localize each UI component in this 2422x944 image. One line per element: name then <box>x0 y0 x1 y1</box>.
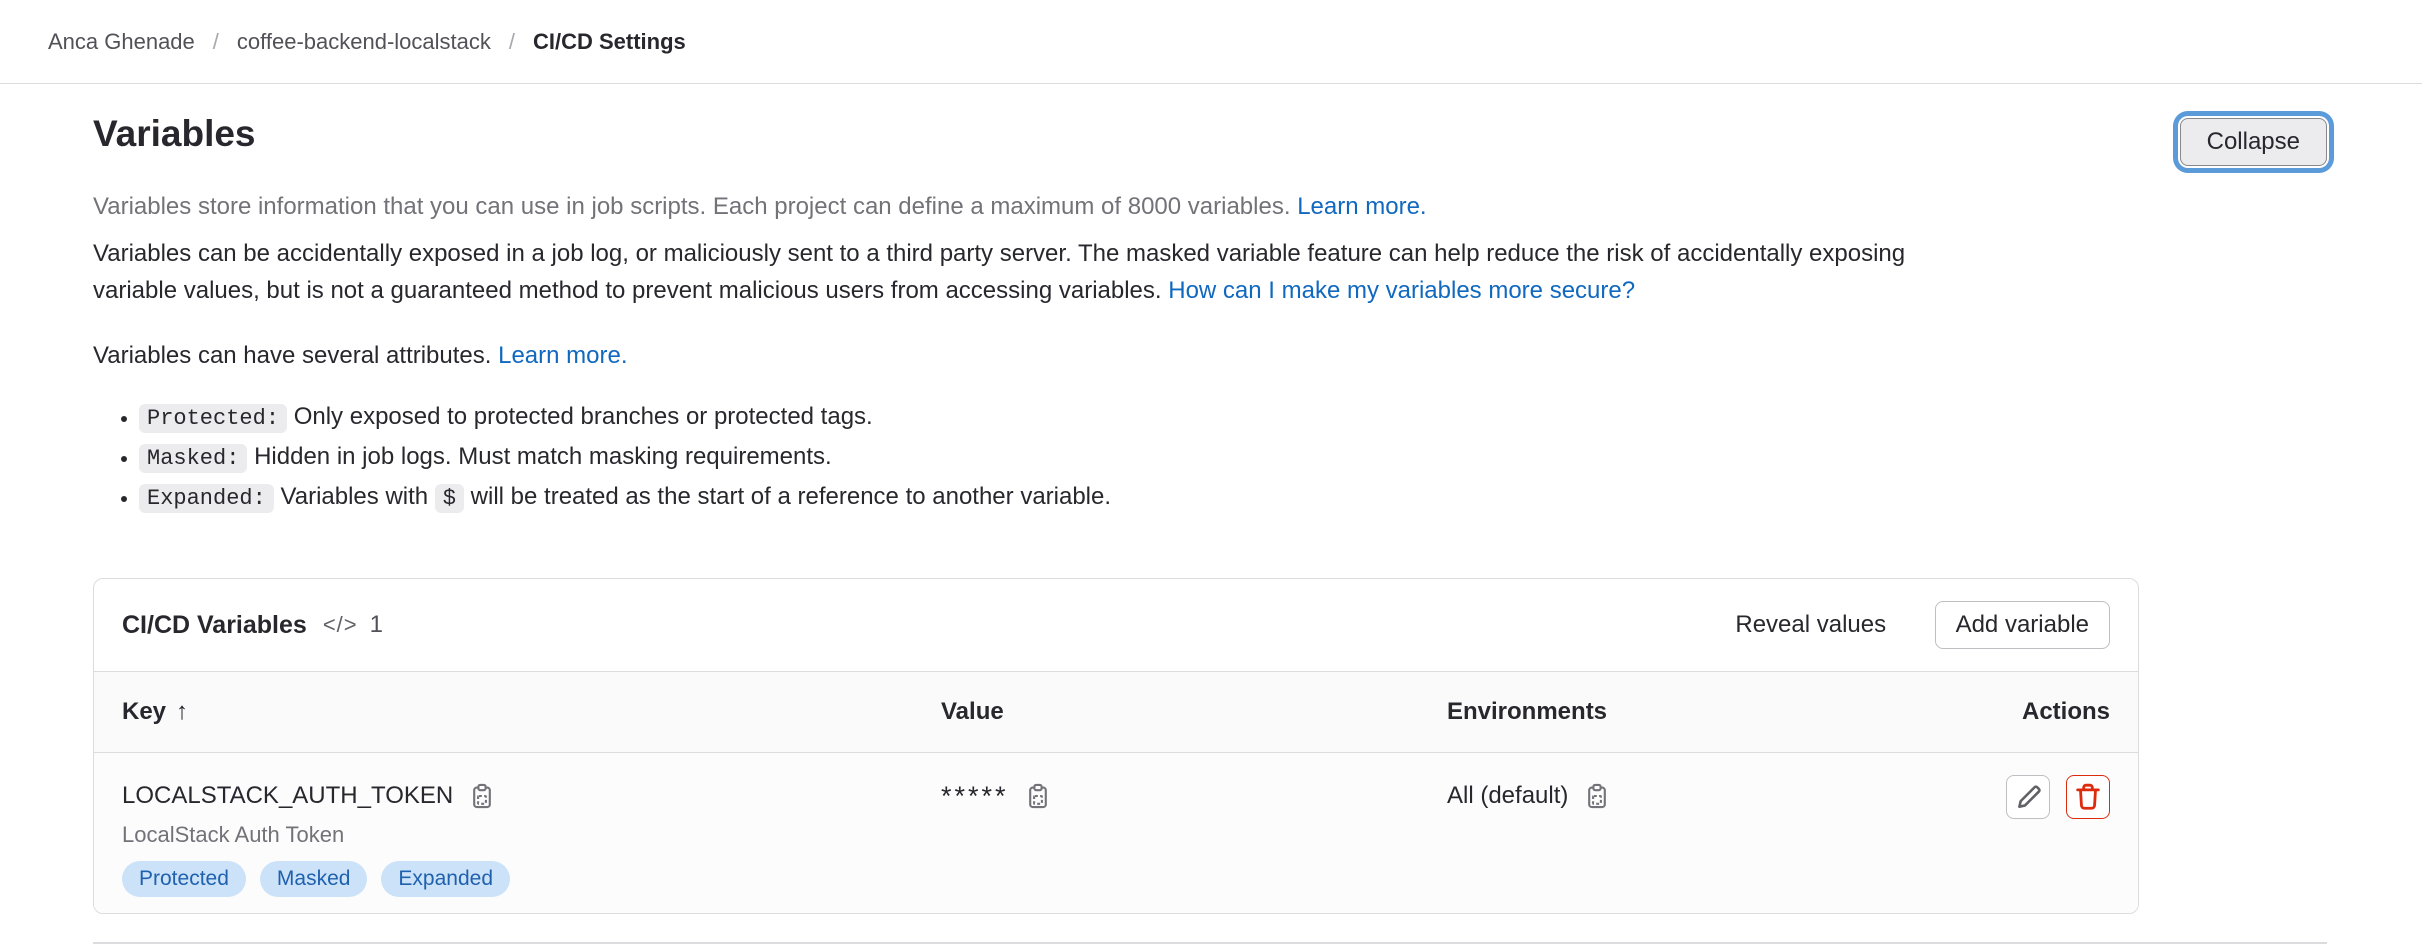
masked-warning-line2: variable values, but is not a guaranteed… <box>93 277 1162 304</box>
breadcrumb-current-page: CI/CD Settings <box>533 29 686 55</box>
expanded-description-after: will be treated as the start of a refere… <box>471 483 1111 510</box>
section-header: Variables Collapse <box>93 110 2327 166</box>
masked-code-label: Masked: <box>139 444 247 473</box>
column-header-actions: Actions <box>1902 698 2110 726</box>
protected-code-label: Protected: <box>139 404 287 433</box>
masked-description: Hidden in job logs. Must match masking r… <box>254 443 832 470</box>
edit-variable-button[interactable] <box>2006 775 2050 819</box>
expanded-badge: Expanded <box>381 861 510 897</box>
masked-warning-line1: Variables can be accidentally exposed in… <box>93 240 1905 267</box>
intro-paragraph: Variables store information that you can… <box>93 188 2327 225</box>
card-header-title-group: CI/CD Variables </> 1 <box>122 611 383 640</box>
list-item-protected: Protected: Only exposed to protected bra… <box>139 398 2327 438</box>
breadcrumb-link-user[interactable]: Anca Ghenade <box>48 29 195 55</box>
delete-variable-button[interactable] <box>2066 775 2110 819</box>
variables-secure-link[interactable]: How can I make my variables more secure? <box>1168 277 1635 304</box>
copy-value-button[interactable] <box>1025 783 1051 809</box>
column-header-environments: Environments <box>1447 698 1902 726</box>
variable-badges: Protected Masked Expanded <box>122 861 941 897</box>
copy-environments-button[interactable] <box>1584 783 1610 809</box>
actions-cell <box>1902 775 2110 819</box>
variable-key: LOCALSTACK_AUTH_TOKEN <box>122 781 453 811</box>
protected-description: Only exposed to protected branches or pr… <box>294 403 873 430</box>
sort-ascending-icon: ↑ <box>176 698 188 725</box>
masked-warning-paragraph: Variables can be accidentally exposed in… <box>93 235 2327 309</box>
page-title: Variables <box>93 110 256 158</box>
copy-icon <box>1584 783 1610 809</box>
masked-value: ***** <box>941 781 1009 811</box>
variable-row: LOCALSTACK_AUTH_TOKEN LocalStack Auth To… <box>94 753 2138 913</box>
add-variable-button[interactable]: Add variable <box>1935 601 2110 649</box>
pencil-icon <box>2013 782 2043 812</box>
collapse-button[interactable]: Collapse <box>2180 118 2327 166</box>
environments-cell: All (default) <box>1447 781 1902 811</box>
breadcrumb-separator: / <box>213 29 219 55</box>
variables-settings-section: Variables Collapse Variables store infor… <box>0 84 2422 914</box>
learn-more-link[interactable]: Learn more. <box>1297 193 1426 220</box>
breadcrumb: Anca Ghenade / coffee-backend-localstack… <box>48 29 686 55</box>
variables-count: 1 <box>370 611 383 639</box>
attributes-text: Variables can have several attributes. <box>93 342 491 369</box>
column-header-key[interactable]: Key ↑ <box>122 698 941 726</box>
list-item-masked: Masked: Hidden in job logs. Must match m… <box>139 438 2327 478</box>
attributes-paragraph: Variables can have several attributes. L… <box>93 337 2327 374</box>
breadcrumb-bar: Anca Ghenade / coffee-backend-localstack… <box>0 0 2422 84</box>
attributes-learn-more-link[interactable]: Learn more. <box>498 342 627 369</box>
dollar-code-label: $ <box>435 484 464 513</box>
list-item-expanded: Expanded: Variables with $ will be treat… <box>139 478 2327 518</box>
value-cell: ***** <box>941 781 1447 811</box>
key-column-label: Key <box>122 698 166 725</box>
breadcrumb-separator: / <box>509 29 515 55</box>
expanded-code-label: Expanded: <box>139 484 274 513</box>
intro-text: Variables store information that you can… <box>93 193 1291 220</box>
variables-table-header: Key ↑ Value Environments Actions <box>94 671 2138 753</box>
card-title: CI/CD Variables <box>122 611 307 640</box>
code-icon: </> <box>323 612 358 638</box>
attributes-list: Protected: Only exposed to protected bra… <box>93 398 2327 518</box>
protected-badge: Protected <box>122 861 246 897</box>
masked-badge: Masked <box>260 861 368 897</box>
reveal-values-button[interactable]: Reveal values <box>1735 611 1886 639</box>
copy-icon <box>469 783 495 809</box>
trash-icon <box>2073 782 2103 812</box>
environments-value: All (default) <box>1447 781 1568 811</box>
breadcrumb-link-project[interactable]: coffee-backend-localstack <box>237 29 491 55</box>
column-header-value: Value <box>941 698 1447 726</box>
copy-key-button[interactable] <box>469 783 495 809</box>
expanded-description-before: Variables with <box>281 483 429 510</box>
key-cell: LOCALSTACK_AUTH_TOKEN LocalStack Auth To… <box>122 781 941 897</box>
copy-icon <box>1025 783 1051 809</box>
variable-description: LocalStack Auth Token <box>122 821 941 849</box>
card-header: CI/CD Variables </> 1 Reveal values Add … <box>94 579 2138 671</box>
card-header-actions: Reveal values Add variable <box>1735 601 2110 649</box>
cicd-variables-card: CI/CD Variables </> 1 Reveal values Add … <box>93 578 2139 914</box>
